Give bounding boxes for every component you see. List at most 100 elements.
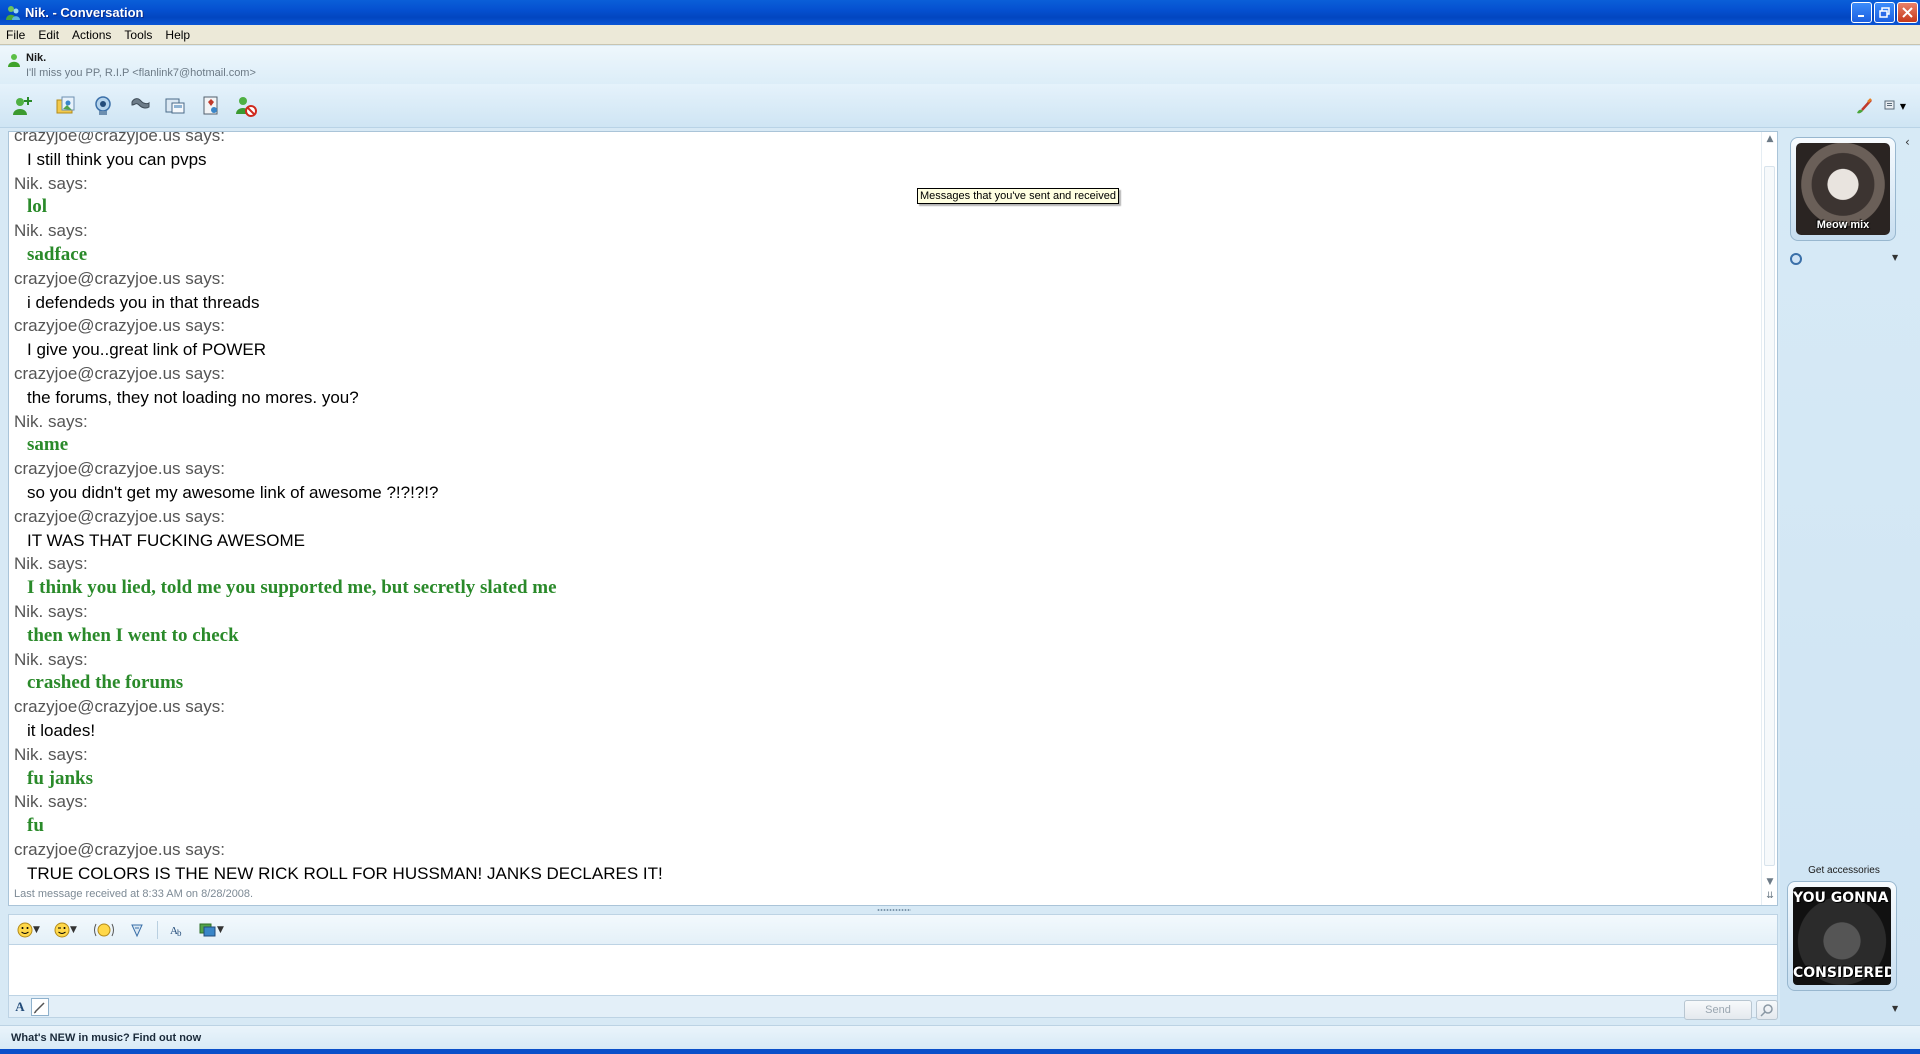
phone-call-icon bbox=[131, 98, 150, 109]
menu-bar: File Edit Actions Tools Help bbox=[0, 25, 1920, 45]
contact-personal-message: I'll miss you PP, R.I.P <flanlink7@hotma… bbox=[26, 67, 256, 79]
contact-name[interactable]: Nik. bbox=[26, 52, 46, 64]
message-text: fu bbox=[27, 815, 44, 837]
call-button[interactable] bbox=[126, 93, 154, 119]
activities-icon bbox=[165, 98, 185, 114]
title-bar: Nik. - Conversation bbox=[0, 0, 1920, 25]
chevron-down-icon: ▼ bbox=[1899, 101, 1907, 111]
chevron-down-icon: ▼ bbox=[217, 925, 224, 935]
invite-contact-button[interactable] bbox=[8, 93, 36, 119]
message-text: IT WAS THAT FUCKING AWESOME bbox=[27, 530, 306, 550]
message-text: TRUE COLORS IS THE NEW RICK ROLL FOR HUS… bbox=[27, 863, 663, 883]
voice-clip-icon bbox=[94, 923, 114, 937]
restore-button[interactable] bbox=[1874, 2, 1895, 23]
compose-mode-bar: A bbox=[8, 996, 1778, 1018]
restore-icon bbox=[1879, 7, 1890, 18]
my-display-picture[interactable]: YOU GONNA GET CONSIDERED bbox=[1787, 881, 1897, 991]
message-sender: Nik. says: bbox=[14, 601, 88, 621]
background-button[interactable]: ▼ bbox=[199, 921, 224, 939]
games-icon bbox=[203, 96, 218, 115]
message-text: I think you lied, told me you supported … bbox=[27, 577, 557, 599]
background-icon bbox=[199, 923, 216, 937]
scroll-up-icon[interactable]: ▲ bbox=[1765, 134, 1775, 144]
history-scrollbar[interactable]: ▲ ▼ ⇊ bbox=[1761, 132, 1777, 905]
send-files-button[interactable] bbox=[52, 93, 80, 119]
pane-resize-grip[interactable] bbox=[877, 908, 911, 912]
message-sender: crazyjoe@crazyjoe.us says: bbox=[14, 506, 225, 526]
contact-display-picture[interactable]: Meow mix bbox=[1790, 137, 1896, 241]
message-sender: Nik. says: bbox=[14, 792, 88, 812]
nudge-icon bbox=[131, 924, 143, 938]
chevron-down-icon[interactable]: ▼ bbox=[1892, 1004, 1898, 1013]
avatar-caption: Meow mix bbox=[1816, 219, 1870, 231]
search-icon bbox=[1760, 1004, 1773, 1017]
message-text: I still think you can pvps bbox=[27, 149, 207, 169]
webcam-icon[interactable] bbox=[1790, 253, 1802, 265]
my-avatar-top-text: YOU GONNA GET bbox=[1793, 890, 1891, 906]
menu-file[interactable]: File bbox=[0, 28, 32, 42]
message-text: fu janks bbox=[27, 767, 93, 789]
menu-tools[interactable]: Tools bbox=[118, 28, 159, 42]
scroll-down-icon[interactable]: ▼ bbox=[1765, 877, 1775, 887]
message-sender: crazyjoe@crazyjoe.us says: bbox=[14, 316, 225, 336]
close-icon bbox=[1902, 7, 1913, 18]
minimize-button[interactable] bbox=[1851, 2, 1872, 23]
collapse-panel-icon[interactable]: ‹ bbox=[1905, 135, 1910, 149]
status-strip: What's NEW in music? Find out now bbox=[0, 1025, 1920, 1049]
taskbar-edge bbox=[0, 1049, 1920, 1054]
message-sender: crazyjoe@crazyjoe.us says: bbox=[14, 131, 225, 145]
invite-contact-icon bbox=[13, 97, 32, 115]
handwriting-mode-button[interactable] bbox=[31, 998, 49, 1016]
message-text: the forums, they not loading no mores. y… bbox=[27, 387, 359, 407]
message-sender: Nik. says: bbox=[14, 411, 88, 431]
last-message-timestamp: Last message received at 8:33 AM on 8/28… bbox=[14, 888, 254, 900]
message-sender: Nik. says: bbox=[14, 744, 88, 764]
message-text: then when I went to check bbox=[27, 624, 239, 646]
message-text: sadface bbox=[27, 243, 88, 265]
font-icon: Ab bbox=[170, 925, 182, 938]
block-contact-button[interactable] bbox=[232, 93, 260, 119]
nudge-button[interactable] bbox=[129, 921, 145, 939]
messenger-buddy-icon bbox=[6, 5, 20, 20]
scroll-end-icon[interactable]: ⇊ bbox=[1765, 891, 1775, 901]
wink-button[interactable]: ▼ bbox=[54, 921, 77, 939]
font-button[interactable]: Ab bbox=[169, 921, 187, 939]
get-accessories-link[interactable]: Get accessories bbox=[1780, 865, 1908, 876]
handwriting-pen-icon bbox=[33, 1002, 45, 1014]
message-list: crazyjoe@crazyjoe.us says: I still think … bbox=[14, 131, 1754, 886]
conversation-history[interactable]: crazyjoe@crazyjoe.us says: I still think … bbox=[8, 131, 1778, 906]
show-menu-button[interactable]: ▼ bbox=[1880, 96, 1910, 116]
games-button[interactable] bbox=[197, 93, 225, 119]
send-button[interactable]: Send bbox=[1684, 1000, 1752, 1020]
video-call-icon bbox=[95, 96, 111, 115]
message-input[interactable] bbox=[8, 944, 1778, 996]
menu-actions[interactable]: Actions bbox=[66, 28, 118, 42]
compose-toolbar: ▼ ▼ Ab ▼ bbox=[8, 914, 1778, 944]
video-call-button[interactable] bbox=[89, 93, 117, 119]
message-sender: Nik. says: bbox=[14, 221, 88, 241]
message-sender: crazyjoe@crazyjoe.us says: bbox=[14, 363, 225, 383]
scroll-thumb[interactable] bbox=[1764, 166, 1775, 866]
music-news-link[interactable]: What's NEW in music? Find out now bbox=[11, 1032, 201, 1044]
my-avatar: YOU GONNA GET CONSIDERED bbox=[1793, 887, 1891, 985]
search-button[interactable] bbox=[1756, 1000, 1778, 1020]
activities-button[interactable] bbox=[161, 93, 189, 119]
chevron-down-icon: ▼ bbox=[70, 925, 77, 935]
message-sender: Nik. says: bbox=[14, 173, 88, 193]
chevron-down-icon[interactable]: ▼ bbox=[1892, 253, 1898, 262]
emoticon-button[interactable]: ▼ bbox=[17, 921, 40, 939]
theme-button[interactable] bbox=[1852, 96, 1876, 116]
menu-help[interactable]: Help bbox=[159, 28, 197, 42]
menu-edit[interactable]: Edit bbox=[32, 28, 66, 42]
svg-text:b: b bbox=[177, 928, 182, 938]
minimize-icon bbox=[1857, 14, 1864, 17]
text-mode-button[interactable]: A bbox=[11, 998, 29, 1016]
conversation-toolbar: ▼ bbox=[0, 84, 1920, 128]
message-sender: Nik. says: bbox=[14, 554, 88, 574]
text-mode-icon: A bbox=[15, 999, 25, 1014]
message-text: so you didn't get my awesome link of awe… bbox=[27, 482, 439, 502]
block-contact-icon bbox=[236, 97, 257, 117]
wink-icon bbox=[54, 922, 70, 938]
voice-clip-button[interactable] bbox=[93, 921, 115, 939]
close-button[interactable] bbox=[1897, 2, 1918, 23]
